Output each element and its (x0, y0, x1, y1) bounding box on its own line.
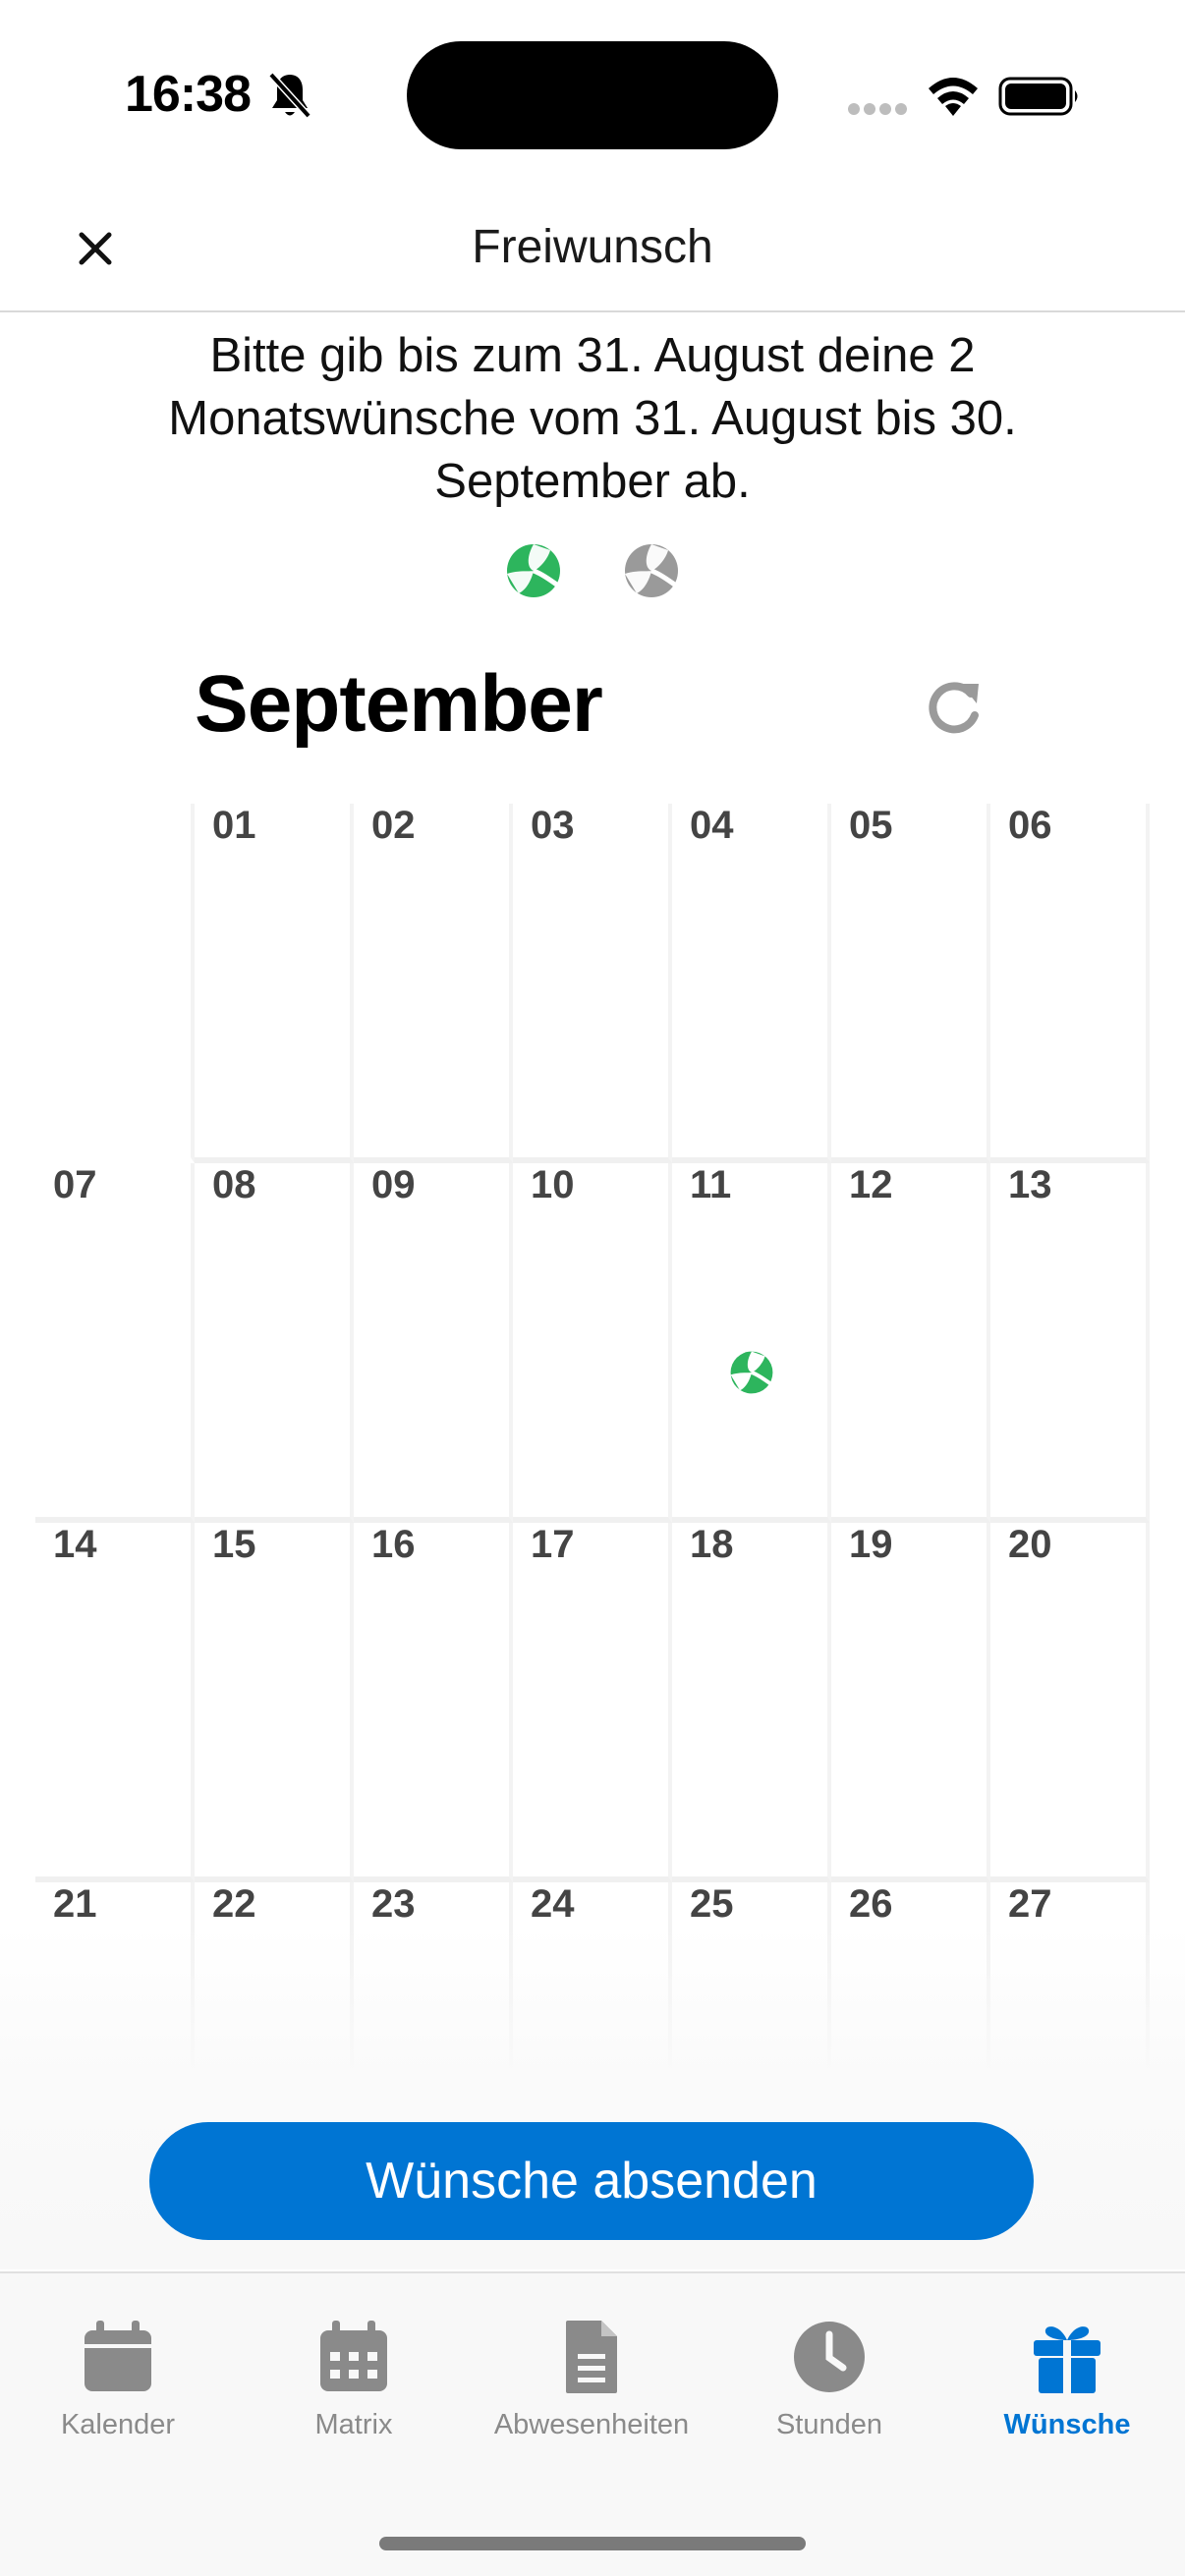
calendar-day-cell[interactable]: 03 (513, 804, 672, 1163)
calendar-day-cell[interactable]: 19 (831, 1523, 990, 1882)
tab-wuensche[interactable]: Wünsche (949, 2319, 1185, 2441)
document-icon (566, 2321, 617, 2393)
calendar-day-cell[interactable]: 04 (672, 804, 831, 1163)
calendar-day-number: 26 (849, 1882, 893, 1926)
calendar-day-number: 12 (849, 1163, 893, 1206)
tab-abwesenheiten[interactable]: Abwesenheiten (474, 2319, 709, 2441)
calendar-day-number: 19 (849, 1523, 893, 1566)
instruction-text: Bitte gib bis zum 31. August deine 2 Mon… (168, 329, 1017, 508)
calendar-week-row: 14 15 16 17 18 19 20 (35, 1523, 1150, 1882)
calendar-day-number: 11 (690, 1163, 732, 1206)
calendar-day-cell[interactable]: 02 (354, 804, 513, 1163)
beach-ball-icon (729, 1350, 774, 1395)
calendar-day-number: 02 (371, 804, 416, 847)
calendar-day-number: 01 (212, 804, 256, 847)
month-title: September (195, 659, 603, 749)
calendar-day-cell[interactable]: 20 (990, 1523, 1150, 1882)
matrix-calendar-icon (320, 2321, 387, 2391)
tab-stunden[interactable]: Stunden (711, 2319, 947, 2441)
calendar-day-number: 25 (690, 1882, 734, 1926)
calendar-day-cell[interactable]: 15 (195, 1523, 354, 1882)
calendar-day-number: 21 (53, 1882, 97, 1926)
tab-label: Abwesenheiten (493, 2409, 690, 2440)
tab-bar: Kalender Matrix Abwesenheiten Stunden Wü… (0, 2271, 1185, 2576)
calendar-day-cell[interactable]: 08 (195, 1163, 354, 1523)
status-time: 16:38 (125, 66, 252, 123)
calendar-day-cell[interactable]: 10 (513, 1163, 672, 1523)
tab-label: Stunden (775, 2409, 883, 2440)
calendar-day-number: 08 (212, 1163, 256, 1206)
calendar-day-number: 27 (1008, 1882, 1052, 1926)
battery-icon (998, 77, 1078, 116)
calendar-day-cell[interactable]: 12 (831, 1163, 990, 1523)
calendar-day-cell[interactable]: 05 (831, 804, 990, 1163)
tab-matrix[interactable]: Matrix (236, 2319, 472, 2441)
calendar-day-number: 05 (849, 804, 893, 847)
calendar-day-number: 24 (531, 1882, 575, 1926)
calendar-grid: 01 02 03 04 05 06 07 08 09 10 11 12 13 14 15 16 17 18 19 20… (35, 804, 1150, 2093)
calendar-day-number: 23 (371, 1882, 416, 1926)
calendar-day-cell[interactable]: 16 (354, 1523, 513, 1882)
clock-icon (794, 2322, 865, 2392)
calendar-icon (85, 2321, 151, 2391)
wifi-icon (929, 78, 978, 116)
calendar-day-cell[interactable]: 13 (990, 1163, 1150, 1523)
page-title: Freiwunsch (472, 221, 713, 273)
status-bar: 16:38 (0, 0, 1185, 187)
calendar-day-cell[interactable]: 09 (354, 1163, 513, 1523)
bell-muted-icon (268, 72, 311, 119)
calendar-day-number: 15 (212, 1523, 256, 1566)
calendar-day-cell[interactable]: 11 (672, 1163, 831, 1523)
calendar-day-number: 20 (1008, 1523, 1052, 1566)
calendar-day-number: 13 (1008, 1163, 1052, 1206)
calendar-day-number: 18 (690, 1523, 734, 1566)
calendar-empty-cell (35, 804, 195, 1163)
calendar-day-number: 14 (53, 1523, 97, 1566)
calendar-day-number: 09 (371, 1163, 416, 1206)
submit-wishes-button[interactable]: Wünsche absenden (149, 2122, 1034, 2240)
calendar-day-number: 04 (690, 804, 734, 847)
calendar-day-number: 07 (53, 1163, 97, 1206)
calendar-day-number: 10 (531, 1163, 575, 1206)
calendar-week-row: 01 02 03 04 05 06 (35, 804, 1150, 1163)
gift-icon (1034, 2326, 1100, 2393)
beach-ball-icon (507, 544, 560, 597)
calendar-day-number: 17 (531, 1523, 575, 1566)
tab-kalender[interactable]: Kalender (0, 2319, 236, 2441)
calendar-week-row: 07 08 09 10 11 12 13 (35, 1163, 1150, 1523)
refresh-icon[interactable] (924, 676, 987, 739)
calendar-day-number: 03 (531, 804, 575, 847)
calendar-day-cell[interactable]: 06 (990, 804, 1150, 1163)
home-indicator (379, 2537, 806, 2550)
dynamic-island (407, 41, 778, 149)
calendar-day-cell[interactable]: 07 (35, 1163, 195, 1523)
header: Freiwunsch (0, 187, 1185, 312)
calendar-day-number: 16 (371, 1523, 416, 1566)
tab-label: Wünsche (1003, 2409, 1131, 2440)
tab-label: Kalender (60, 2409, 176, 2440)
calendar-day-cell[interactable]: 01 (195, 804, 354, 1163)
cellular-signal-icon (848, 103, 907, 115)
calendar-day-cell[interactable]: 18 (672, 1523, 831, 1882)
wish-counter (0, 542, 1185, 599)
calendar-day-cell[interactable]: 14 (35, 1523, 195, 1882)
beach-ball-icon (625, 544, 678, 597)
calendar-day-number: 22 (212, 1882, 256, 1926)
calendar-day-cell[interactable]: 17 (513, 1523, 672, 1882)
calendar-day-number: 06 (1008, 804, 1052, 847)
tab-label: Matrix (314, 2409, 393, 2440)
